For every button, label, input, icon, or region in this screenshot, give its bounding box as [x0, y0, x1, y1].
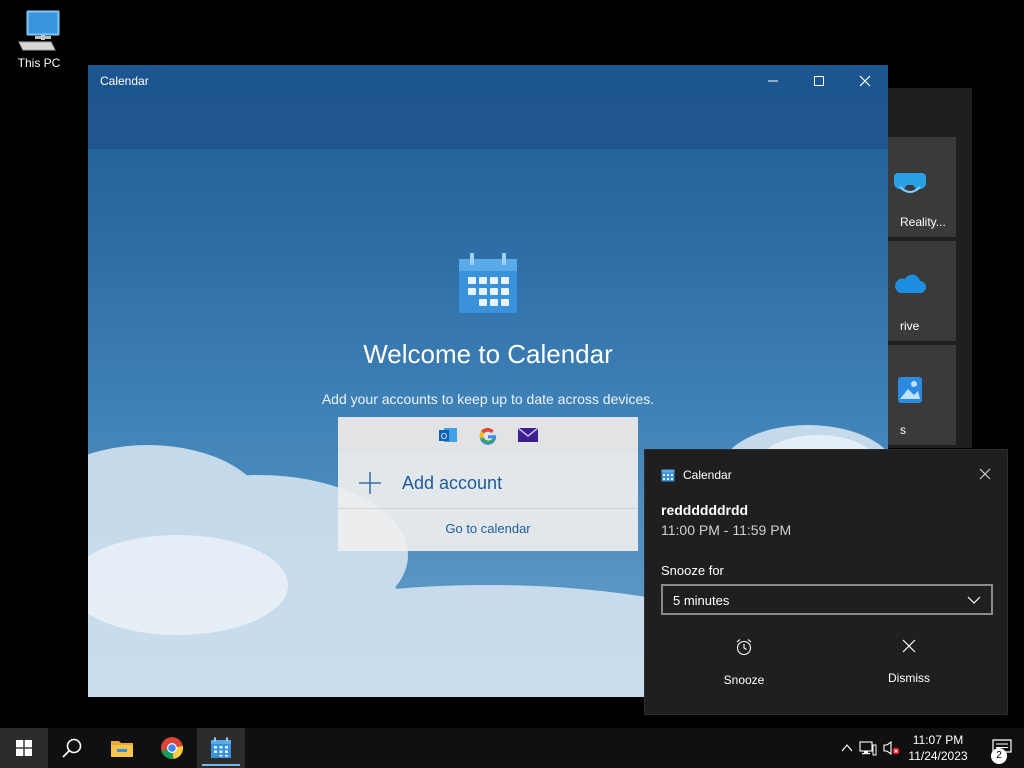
minimize-button[interactable] [750, 65, 796, 97]
network-icon [859, 741, 877, 756]
account-provider-icons: O [338, 417, 638, 453]
close-icon [859, 75, 871, 87]
active-app-indicator [202, 764, 240, 766]
taskbar-clock[interactable]: 11:07 PM 11/24/2023 [900, 732, 976, 764]
welcome-title: Welcome to Calendar [363, 339, 613, 369]
snooze-button[interactable]: Snooze [664, 638, 824, 687]
header-band [88, 97, 888, 149]
window-title: Calendar [100, 74, 149, 88]
chrome-icon [161, 737, 184, 759]
dismiss-button-label: Dismiss [888, 671, 930, 685]
toast-app-header: Calendar [661, 468, 732, 482]
snooze-selected-value: 5 minutes [673, 593, 730, 608]
chevron-up-icon [841, 744, 853, 752]
onedrive-icon [895, 274, 926, 293]
chrome-button[interactable] [148, 728, 196, 768]
search-button[interactable] [48, 728, 96, 768]
volume-status[interactable] [880, 740, 902, 756]
add-account-label: Add account [402, 473, 503, 493]
window-titlebar[interactable]: Calendar [88, 65, 888, 97]
start-tile-label: s [900, 423, 906, 437]
start-tile-onedrive[interactable]: rive [884, 241, 956, 341]
toast-close-button[interactable] [979, 467, 991, 485]
clock-date: 11/24/2023 [908, 749, 968, 763]
account-card: O Add account Go to calendar [338, 417, 638, 551]
desktop: This PC Reality... rive s Calendar Welco… [0, 0, 1024, 728]
close-icon [902, 639, 916, 653]
speaker-muted-icon [883, 740, 900, 756]
dismiss-button[interactable]: Dismiss [829, 638, 989, 685]
calendar-icon [211, 737, 231, 758]
search-icon [62, 738, 82, 758]
snooze-duration-select[interactable]: 5 minutes [661, 584, 993, 615]
close-icon [979, 468, 991, 480]
system-tray [838, 728, 902, 768]
windows-start-icon [16, 740, 32, 756]
event-time: 11:00 PM - 11:59 PM [661, 522, 792, 538]
calendar-reminder-toast: Calendar reddddddrdd 11:00 PM - 11:59 PM… [644, 449, 1008, 715]
network-status[interactable] [856, 740, 880, 756]
start-tile-reality[interactable]: Reality... [884, 137, 956, 237]
show-hidden-icons-button[interactable] [838, 743, 856, 753]
google-icon [475, 422, 501, 448]
maximize-button[interactable] [796, 65, 842, 97]
mixed-reality-icon [894, 173, 926, 193]
notification-count-badge: 2 [991, 748, 1007, 764]
toast-app-name: Calendar [683, 468, 732, 482]
snooze-label: Snooze for [661, 563, 724, 578]
calendar-taskbar-button[interactable] [197, 728, 245, 768]
close-button[interactable] [842, 65, 888, 97]
photos-icon [898, 377, 922, 403]
mail-icon [515, 422, 541, 448]
start-tile-photos[interactable]: s [884, 345, 956, 445]
clock-time: 11:07 PM [912, 733, 964, 747]
go-to-calendar-link[interactable]: Go to calendar [338, 521, 638, 536]
plus-icon [359, 472, 381, 494]
minimize-icon [768, 80, 778, 82]
file-explorer-button[interactable] [98, 728, 146, 768]
snooze-button-label: Snooze [723, 673, 765, 687]
maximize-icon [814, 76, 824, 86]
calendar-small-icon [661, 469, 675, 482]
event-title: reddddddrdd [661, 502, 749, 518]
welcome-subtitle: Add your accounts to keep up to date acr… [321, 391, 655, 407]
taskbar: 11:07 PM 11/24/2023 [0, 728, 1024, 768]
add-account-button[interactable]: Add account [338, 457, 638, 509]
desktop-icon-label: This PC [17, 56, 61, 70]
outlook-icon: O [435, 422, 461, 448]
start-button[interactable] [0, 728, 48, 768]
start-tile-label: rive [900, 319, 920, 333]
calendar-app-icon [459, 253, 517, 313]
chevron-down-icon [967, 596, 981, 604]
start-tile-label: Reality... [900, 215, 946, 229]
alarm-clock-icon [736, 639, 752, 656]
desktop-icon-this-pc[interactable]: This PC [12, 8, 66, 70]
svg-text:O: O [441, 432, 447, 441]
file-explorer-icon [111, 741, 133, 757]
this-pc-icon [18, 10, 60, 51]
